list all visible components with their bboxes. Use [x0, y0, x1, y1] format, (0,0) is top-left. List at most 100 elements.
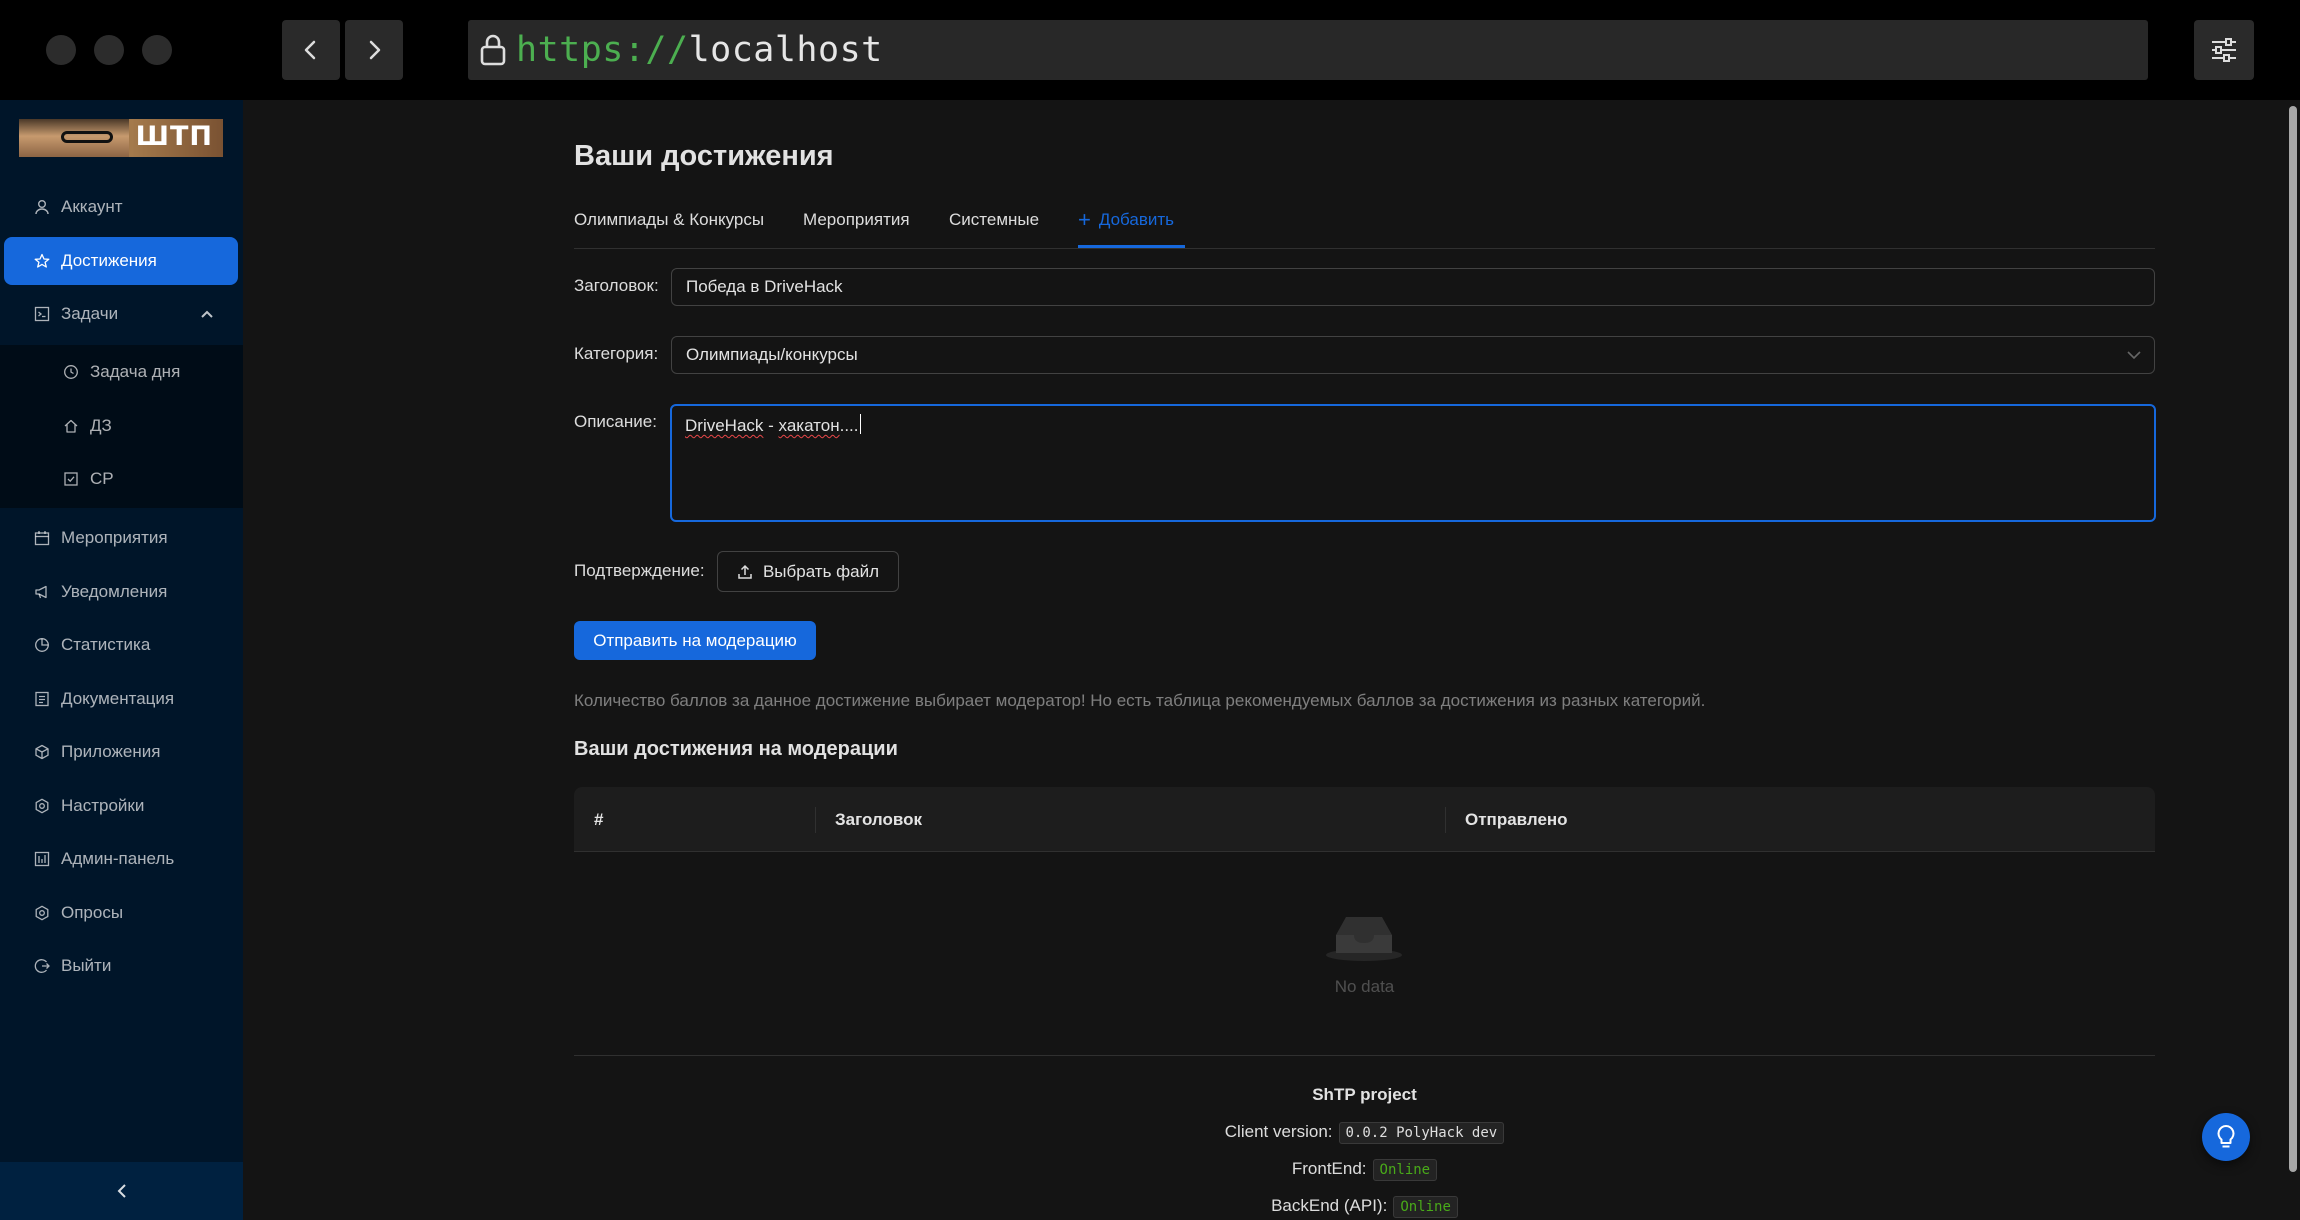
sidebar-item-settings[interactable]: Настройки	[4, 782, 238, 830]
url-protocol: https://	[516, 30, 689, 70]
client-version-label: Client version:	[1224, 1122, 1333, 1141]
sidebar-item-achievements[interactable]: Достижения	[4, 237, 238, 285]
text-cursor	[859, 414, 861, 434]
browser-toolbar: https://localhost	[0, 0, 2300, 100]
upload-icon	[737, 564, 753, 580]
sidebar-item-label: Выйти	[61, 956, 112, 975]
sidebar-item-test[interactable]: СР	[4, 455, 238, 503]
sidebar-item-logout[interactable]: Выйти	[4, 942, 238, 990]
back-button[interactable]	[282, 20, 340, 80]
upload-file-label: Выбрать файл	[762, 561, 880, 581]
backend-status-badge: Online	[1393, 1196, 1458, 1218]
address-bar[interactable]: https://localhost	[468, 20, 2148, 80]
main-content: Ваши достижения Олимпиады & Конкурсы Мер…	[243, 100, 2300, 1220]
description-separator: -	[763, 416, 779, 435]
table-empty-text: No data	[1334, 977, 1395, 996]
tab-olympiads[interactable]: Олимпиады & Конкурсы	[574, 208, 764, 248]
forward-button[interactable]	[345, 20, 403, 80]
tab-system[interactable]: Системные	[949, 208, 1039, 248]
lightbulb-icon	[2216, 1124, 2236, 1150]
home-icon	[62, 418, 79, 435]
url-host: localhost	[688, 30, 883, 70]
sidebar-item-tasks[interactable]: Задачи	[4, 290, 238, 338]
sidebar-item-task-of-day[interactable]: Задача дня	[4, 348, 238, 396]
sidebar-item-label: Документация	[61, 689, 175, 708]
sidebar-collapse-button[interactable]	[0, 1162, 243, 1220]
megaphone-icon	[33, 584, 50, 601]
sidebar-item-label: Задачи	[61, 304, 119, 323]
title-label-text: Заголовок	[574, 276, 654, 295]
calendar-icon	[33, 530, 50, 547]
sidebar: ШТП Аккаунт Достижения Задачи Задача дня…	[0, 100, 243, 1220]
window-minimize-button[interactable]	[94, 35, 124, 65]
help-float-button[interactable]	[2202, 1113, 2250, 1161]
frontend-status-badge: Online	[1372, 1159, 1438, 1181]
frontend-label: FrontEnd:	[1291, 1159, 1367, 1178]
footer-backend-status: BackEnd (API): Online	[574, 1196, 2155, 1218]
document-icon	[33, 691, 50, 708]
pie-chart-icon	[33, 637, 50, 654]
logo[interactable]: ШТП	[19, 119, 223, 157]
window-maximize-button[interactable]	[142, 35, 172, 65]
moderation-section-title: Ваши достижения на модерации	[574, 738, 898, 760]
sidebar-item-admin-panel[interactable]: Админ-панель	[4, 835, 238, 883]
page-title: Ваши достижения	[574, 140, 834, 172]
apps-icon	[33, 744, 50, 761]
column-header-sent: Отправлено	[1465, 809, 1568, 829]
upload-file-button[interactable]: Выбрать файл	[717, 551, 899, 592]
chevron-right-icon	[363, 39, 385, 61]
description-word-1: DriveHack	[685, 416, 764, 435]
star-icon	[33, 253, 50, 270]
category-select[interactable]: Олимпиады/конкурсы	[671, 336, 2155, 374]
sidebar-item-label: Приложения	[61, 742, 161, 761]
sidebar-item-polls[interactable]: Опросы	[4, 889, 238, 937]
empty-inbox-icon	[1324, 911, 1404, 963]
sidebar-item-events[interactable]: Мероприятия	[4, 514, 238, 562]
footer-client-version: Client version: 0.0.2 PolyHack dev	[574, 1122, 2155, 1144]
dashboard-icon	[33, 851, 50, 868]
confirmation-label: Подтверждение:	[574, 561, 705, 580]
tab-events[interactable]: Мероприятия	[803, 208, 910, 248]
moderation-table: # Заголовок Отправлено No data	[574, 787, 2155, 1056]
sidebar-item-apps[interactable]: Приложения	[4, 728, 238, 776]
category-select-value: Олимпиады/конкурсы	[686, 345, 858, 364]
chevron-left-icon	[300, 39, 322, 61]
page-scrollbar[interactable]	[2289, 106, 2297, 1172]
lock-icon	[478, 33, 508, 67]
description-textarea[interactable]: DriveHack - хакатон....	[670, 404, 2156, 522]
column-header-number: #	[594, 809, 604, 829]
tab-add[interactable]: + Добавить	[1078, 208, 1185, 248]
description-word-2: хакатон	[778, 416, 840, 435]
sidebar-item-statistics[interactable]: Статистика	[4, 621, 238, 669]
submit-moderation-label: Отправить на модерацию	[593, 630, 797, 650]
description-label: Описание:	[574, 412, 657, 431]
category-label: Категория:	[574, 344, 659, 363]
tab-bar: Олимпиады & Конкурсы Мероприятия Системн…	[574, 208, 2155, 249]
url-text: https://localhost	[516, 30, 883, 70]
description-label-text: Описание	[574, 412, 653, 431]
submit-moderation-button[interactable]: Отправить на модерацию	[574, 621, 816, 660]
points-hint: Количество баллов за данное достижение в…	[574, 691, 1706, 710]
logout-icon	[33, 958, 50, 975]
client-version-value: 0.0.2 PolyHack dev	[1338, 1122, 1505, 1144]
sidebar-item-label: Достижения	[61, 251, 157, 270]
footer-frontend-status: FrontEnd: Online	[574, 1159, 2155, 1181]
category-label-text: Категория	[574, 344, 654, 363]
sidebar-item-label: Админ-панель	[61, 849, 175, 868]
gear-icon	[33, 798, 50, 815]
sidebar-item-homework[interactable]: ДЗ	[4, 402, 238, 450]
chevron-down-icon	[2126, 348, 2142, 362]
clock-icon	[62, 364, 79, 381]
description-tail: ....	[839, 416, 859, 435]
footer-project: ShTP project	[1312, 1085, 1417, 1104]
browser-settings-button[interactable]	[2194, 20, 2254, 80]
column-header-title: Заголовок	[835, 809, 923, 829]
sidebar-item-account[interactable]: Аккаунт	[4, 183, 238, 231]
sidebar-item-label: Мероприятия	[61, 528, 168, 547]
window-close-button[interactable]	[46, 35, 76, 65]
sidebar-item-notifications[interactable]: Уведомления	[4, 568, 238, 616]
sidebar-item-documentation[interactable]: Документация	[4, 675, 238, 723]
sidebar-item-label: Статистика	[61, 635, 151, 654]
title-input[interactable]: Победа в DriveHack	[671, 268, 2155, 306]
title-label: Заголовок:	[574, 276, 659, 295]
